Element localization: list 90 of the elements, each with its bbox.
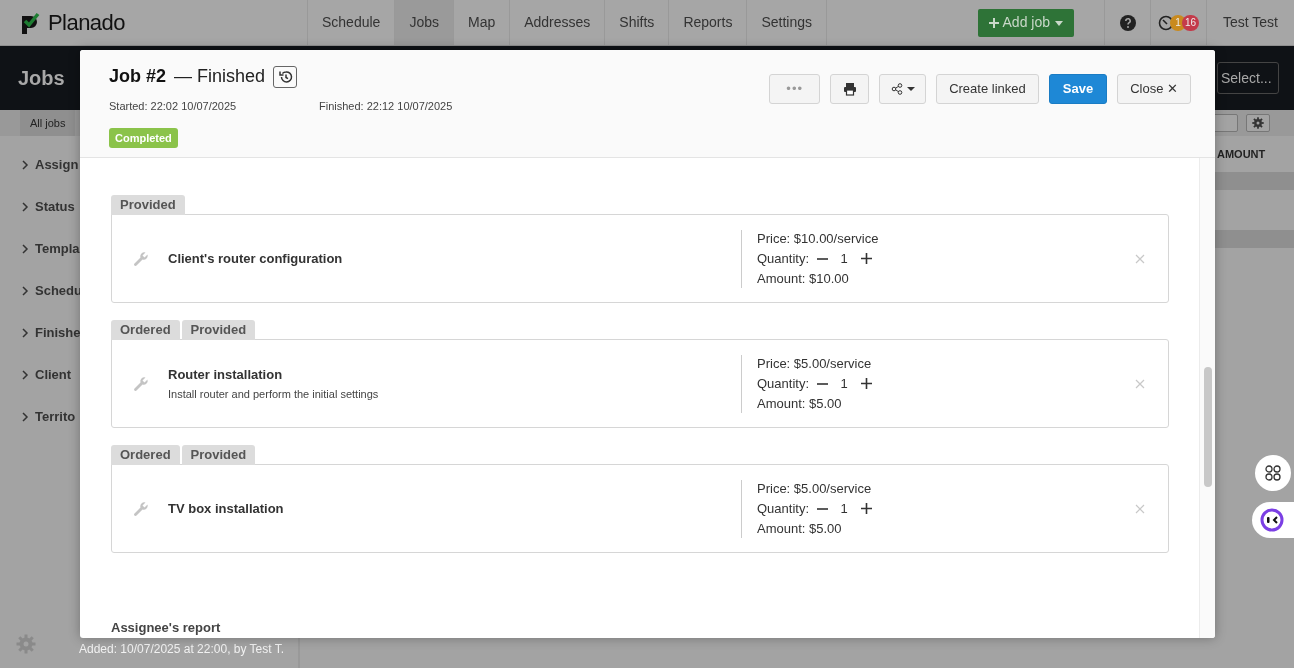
filter-item[interactable]: Schedu	[22, 281, 82, 300]
quantity-label: Quantity:	[757, 374, 810, 393]
share-icon	[890, 83, 903, 95]
nav-tab[interactable]: Map	[452, 0, 510, 45]
print-button[interactable]	[830, 74, 870, 104]
service-tag: Ordered	[111, 320, 180, 340]
logo-text: Planado	[48, 9, 125, 37]
plus-icon	[860, 503, 872, 514]
page-title: Jobs	[18, 66, 65, 91]
user-menu[interactable]: Test Test	[1206, 0, 1294, 45]
quantity-value: 1	[839, 374, 849, 393]
service-tag: Provided	[111, 195, 185, 215]
apps-button[interactable]	[1255, 455, 1291, 491]
filter-item[interactable]: Client	[22, 365, 82, 384]
wrench-icon	[132, 500, 149, 517]
scrollbar-thumb[interactable]	[1204, 367, 1212, 487]
select-dropdown[interactable]: Select...	[1217, 62, 1279, 94]
filter-item[interactable]: Templa	[22, 239, 82, 258]
add-job-button[interactable]: Add job	[977, 8, 1074, 37]
start-time: Started: 22:02 10/07/2025	[109, 99, 238, 114]
finish-time: Finished: 22:12 10/07/2025	[319, 99, 453, 114]
create-linked-button[interactable]: Create linked	[936, 74, 1039, 104]
chevron-icon	[22, 285, 29, 296]
settings-button[interactable]	[1246, 114, 1270, 132]
nav-tab[interactable]: Shifts	[604, 0, 669, 45]
chevron-icon	[22, 243, 29, 254]
filter-item[interactable]: Assign	[22, 155, 82, 174]
service-tag: Provided	[181, 445, 256, 465]
plus-icon	[860, 378, 872, 389]
quantity-value: 1	[839, 499, 849, 518]
chat-button[interactable]	[1252, 502, 1294, 538]
close-button[interactable]: Close ✕	[1117, 74, 1191, 104]
wrench-icon	[132, 250, 149, 267]
chevron-icon	[22, 159, 29, 170]
plus-icon	[860, 253, 872, 264]
nav-tab[interactable]: Settings	[746, 0, 827, 45]
service-name: TV box installation	[168, 499, 284, 518]
chevron-icon	[22, 369, 29, 380]
plus-icon	[987, 17, 999, 28]
increase-button[interactable]	[858, 501, 875, 516]
filter-item[interactable]: Finishe	[22, 323, 82, 342]
filter-item[interactable]: Territo	[22, 407, 82, 426]
price-text: Price: $5.00/service	[757, 354, 873, 373]
increase-button[interactable]	[858, 251, 875, 266]
filter-item[interactable]: Status	[22, 197, 82, 216]
job-number: Job #2	[109, 65, 167, 88]
service-description: Install router and perform the initial settings	[168, 387, 379, 402]
amount-text: Amount: $5.00	[757, 394, 843, 413]
history-button[interactable]	[273, 65, 298, 88]
amount-text: Amount: $5.00	[757, 519, 843, 538]
count-badge: 16	[1181, 14, 1200, 31]
caret-icon	[906, 86, 915, 92]
save-button[interactable]: Save	[1048, 74, 1108, 104]
service-tag: Ordered	[111, 445, 180, 465]
chat-bot-icon	[1260, 508, 1284, 532]
added-info: Added: 10/07/2025 at 22:00, by Test T.	[79, 641, 285, 658]
quantity-value: 1	[839, 249, 849, 268]
caret-icon	[1054, 18, 1064, 27]
grid-icon	[1265, 465, 1281, 481]
status-badge: Completed	[109, 127, 178, 148]
quantity-label: Quantity:	[757, 499, 810, 518]
service-tag: Provided	[181, 320, 256, 340]
price-text: Price: $10.00/service	[757, 229, 880, 248]
chevron-icon	[22, 201, 29, 212]
amount-text: Amount: $10.00	[757, 269, 850, 288]
service-name: Router installation	[168, 365, 284, 384]
nav-tab[interactable]: Reports	[668, 0, 747, 45]
close-icon	[1135, 253, 1145, 264]
count-badge: 1	[1169, 14, 1186, 31]
share-button[interactable]	[879, 74, 927, 104]
chevron-icon	[22, 327, 29, 338]
job-status: — Finished	[174, 65, 266, 88]
nav-tab[interactable]: Addresses	[509, 0, 605, 45]
close-icon	[1135, 378, 1145, 389]
help-icon[interactable]	[1119, 14, 1136, 31]
view-tab[interactable]: All jobs	[20, 110, 76, 136]
quantity-label: Quantity:	[757, 249, 810, 268]
chevron-icon	[22, 411, 29, 422]
clock-icon[interactable]	[1157, 14, 1174, 31]
close-icon	[1135, 503, 1145, 514]
wrench-icon	[132, 375, 149, 392]
nav-tab[interactable]: Jobs	[394, 0, 453, 45]
printer-icon	[842, 82, 857, 96]
column-header: AMOUNT	[1217, 146, 1266, 162]
section-heading: Assignee's report	[111, 620, 222, 636]
increase-button[interactable]	[858, 376, 875, 391]
service-name: Client's router configuration	[168, 249, 343, 268]
history-icon	[277, 69, 293, 84]
price-text: Price: $5.00/service	[757, 479, 873, 498]
settings-icon	[1252, 117, 1264, 129]
